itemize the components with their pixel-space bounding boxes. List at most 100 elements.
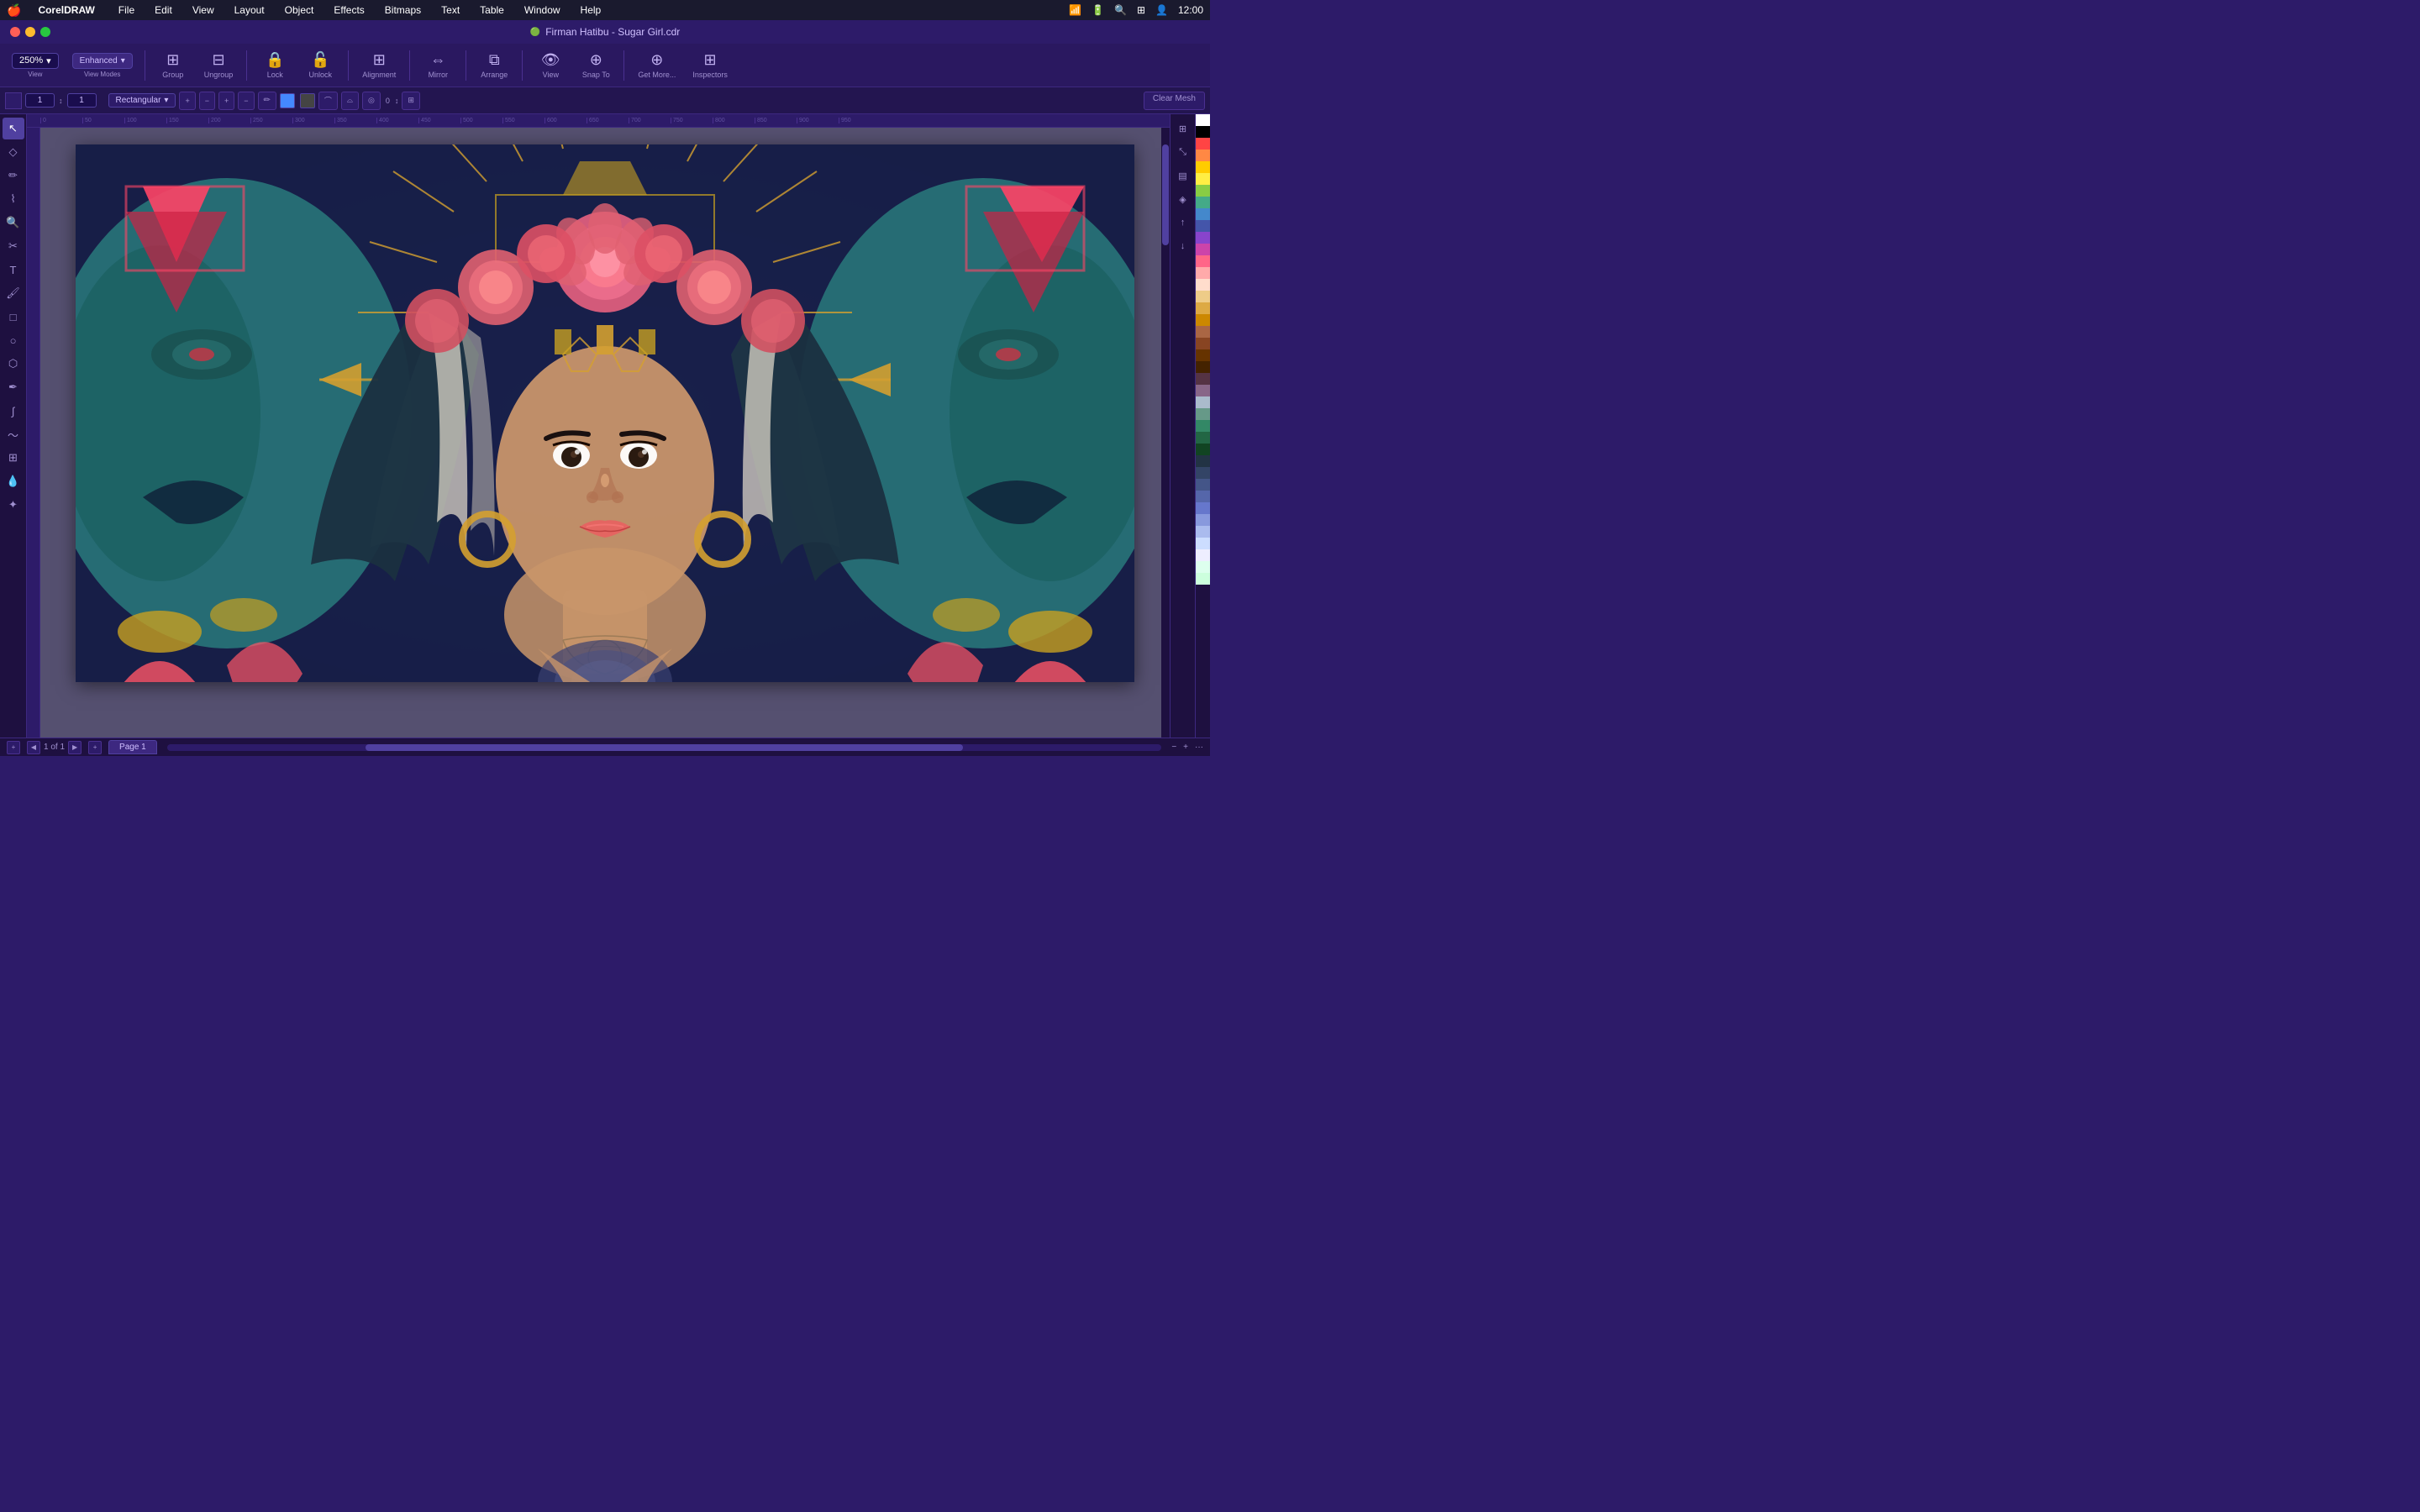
palette-color-28[interactable] bbox=[1196, 444, 1210, 455]
palette-color-39[interactable] bbox=[1196, 573, 1210, 585]
x-coord[interactable]: 1 bbox=[25, 93, 55, 108]
polygon-tool-btn[interactable]: ⬡ bbox=[3, 353, 24, 375]
palette-color-25[interactable] bbox=[1196, 408, 1210, 420]
palette-color-16[interactable] bbox=[1196, 302, 1210, 314]
close-button[interactable] bbox=[10, 27, 20, 37]
ellipse-tool-btn[interactable]: ○ bbox=[3, 329, 24, 351]
unlock-button[interactable]: 🔓 Unlock bbox=[299, 48, 341, 82]
fill-color-swatch[interactable] bbox=[280, 93, 295, 108]
palette-color-32[interactable] bbox=[1196, 491, 1210, 502]
curve-btn-2[interactable]: ⌓ bbox=[341, 92, 359, 110]
apple-menu[interactable]: 🍎 bbox=[7, 3, 21, 18]
page-tab[interactable]: Page 1 bbox=[108, 740, 157, 754]
freehand-tool-btn[interactable]: ✏ bbox=[3, 165, 24, 186]
menu-window[interactable]: Window bbox=[521, 3, 564, 18]
clear-mesh-button[interactable]: Clear Mesh bbox=[1144, 92, 1205, 110]
palette-color-9[interactable] bbox=[1196, 220, 1210, 232]
lock-button[interactable]: 🔒 Lock bbox=[254, 48, 296, 82]
palette-color-19[interactable] bbox=[1196, 338, 1210, 349]
menu-view[interactable]: View bbox=[189, 3, 218, 18]
select-tool-btn[interactable]: ↖ bbox=[3, 118, 24, 139]
palette-color-23[interactable] bbox=[1196, 385, 1210, 396]
menu-bitmaps[interactable]: Bitmaps bbox=[381, 3, 424, 18]
palette-color-13[interactable] bbox=[1196, 267, 1210, 279]
palette-color-14[interactable] bbox=[1196, 279, 1210, 291]
view-mode-button[interactable]: Enhanced ▾ bbox=[72, 53, 133, 69]
palette-color-21[interactable] bbox=[1196, 361, 1210, 373]
view-button[interactable]: 👁 View bbox=[529, 48, 571, 82]
smear-btn[interactable]: 〜 bbox=[3, 423, 24, 445]
palette-color-11[interactable] bbox=[1196, 244, 1210, 255]
zoom-tool-btn[interactable]: 🔍 bbox=[3, 212, 24, 234]
curve-btn-1[interactable]: ⌒ bbox=[318, 92, 338, 110]
prev-page-btn[interactable]: ◀ bbox=[27, 741, 40, 754]
arrange-button[interactable]: ⧉ Arrange bbox=[473, 48, 515, 82]
mirror-button[interactable]: ⇔ Mirror bbox=[417, 48, 459, 82]
vertical-scrollbar[interactable] bbox=[1161, 128, 1170, 738]
palette-color-4[interactable] bbox=[1196, 161, 1210, 173]
palette-color-2[interactable] bbox=[1196, 138, 1210, 150]
palette-color-10[interactable] bbox=[1196, 232, 1210, 244]
snap-to-button[interactable]: ⊕ Snap To bbox=[575, 48, 617, 82]
menu-table[interactable]: Table bbox=[476, 3, 508, 18]
menu-layout[interactable]: Layout bbox=[231, 3, 268, 18]
add-col-btn[interactable]: + bbox=[218, 92, 234, 110]
node-tool-btn[interactable]: ◇ bbox=[3, 141, 24, 163]
zoom-out-status-btn[interactable]: − bbox=[1171, 743, 1176, 752]
menu-help[interactable]: Help bbox=[577, 3, 605, 18]
palette-color-3[interactable] bbox=[1196, 150, 1210, 161]
palette-color-27[interactable] bbox=[1196, 432, 1210, 444]
right-transform-btn[interactable]: ⤡ bbox=[1172, 141, 1194, 163]
right-properties-btn[interactable]: ⊞ bbox=[1172, 118, 1194, 139]
inspectors-button[interactable]: ⊞ Inspectors bbox=[686, 48, 734, 82]
next-page-btn[interactable]: ▶ bbox=[68, 741, 82, 754]
minimize-button[interactable] bbox=[25, 27, 35, 37]
pen-tool-btn[interactable]: ✒ bbox=[3, 376, 24, 398]
right-bookmark-btn[interactable]: ◈ bbox=[1172, 188, 1194, 210]
text-tool-btn[interactable]: T bbox=[3, 259, 24, 281]
palette-color-1[interactable] bbox=[1196, 126, 1210, 138]
palette-color-37[interactable] bbox=[1196, 549, 1210, 561]
palette-color-30[interactable] bbox=[1196, 467, 1210, 479]
palette-color-35[interactable] bbox=[1196, 526, 1210, 538]
palette-color-38[interactable] bbox=[1196, 561, 1210, 573]
palette-color-29[interactable] bbox=[1196, 455, 1210, 467]
stroke-color-swatch[interactable] bbox=[300, 93, 315, 108]
palette-color-6[interactable] bbox=[1196, 185, 1210, 197]
palette-color-22[interactable] bbox=[1196, 373, 1210, 385]
get-more-button[interactable]: ⊕ Get More... bbox=[631, 48, 682, 82]
right-layers-btn[interactable]: ▤ bbox=[1172, 165, 1194, 186]
menu-effects[interactable]: Effects bbox=[330, 3, 367, 18]
palette-color-18[interactable] bbox=[1196, 326, 1210, 338]
palette-color-33[interactable] bbox=[1196, 502, 1210, 514]
zoom-in-status-btn[interactable]: + bbox=[1183, 743, 1188, 752]
palette-color-26[interactable] bbox=[1196, 420, 1210, 432]
palette-color-34[interactable] bbox=[1196, 514, 1210, 526]
remove-col-btn[interactable]: − bbox=[238, 92, 254, 110]
gradient-type-btn[interactable]: ◎ bbox=[362, 92, 381, 110]
right-download-btn[interactable]: ↓ bbox=[1172, 235, 1194, 257]
y-coord[interactable]: 1 bbox=[67, 93, 97, 108]
menu-edit[interactable]: Edit bbox=[151, 3, 176, 18]
calligraphy-btn[interactable]: ∫ bbox=[3, 400, 24, 422]
menu-object[interactable]: Object bbox=[281, 3, 318, 18]
eyedropper-btn[interactable]: 💧 bbox=[3, 470, 24, 492]
menu-file[interactable]: File bbox=[115, 3, 138, 18]
palette-color-12[interactable] bbox=[1196, 255, 1210, 267]
menu-text[interactable]: Text bbox=[438, 3, 463, 18]
horizontal-scrollbar[interactable] bbox=[167, 744, 1162, 751]
ungroup-button[interactable]: ⊟ Ungroup bbox=[197, 48, 240, 82]
palette-color-36[interactable] bbox=[1196, 538, 1210, 549]
palette-color-7[interactable] bbox=[1196, 197, 1210, 208]
palette-color-31[interactable] bbox=[1196, 479, 1210, 491]
crop-tool-btn[interactable]: ✂ bbox=[3, 235, 24, 257]
right-share-btn[interactable]: ↑ bbox=[1172, 212, 1194, 234]
add-row-btn[interactable]: + bbox=[179, 92, 195, 110]
control-center-icon[interactable]: ⊞ bbox=[1137, 4, 1145, 16]
search-icon[interactable]: 🔍 bbox=[1114, 4, 1127, 16]
pen-edit-btn[interactable]: ✏ bbox=[258, 92, 276, 110]
paint-tool-btn[interactable]: 🖌 bbox=[3, 282, 24, 304]
canvas-workspace[interactable] bbox=[40, 128, 1170, 738]
alignment-button[interactable]: ⊞ Alignment bbox=[355, 48, 402, 82]
zoom-input[interactable]: 250% ▾ bbox=[12, 53, 59, 69]
